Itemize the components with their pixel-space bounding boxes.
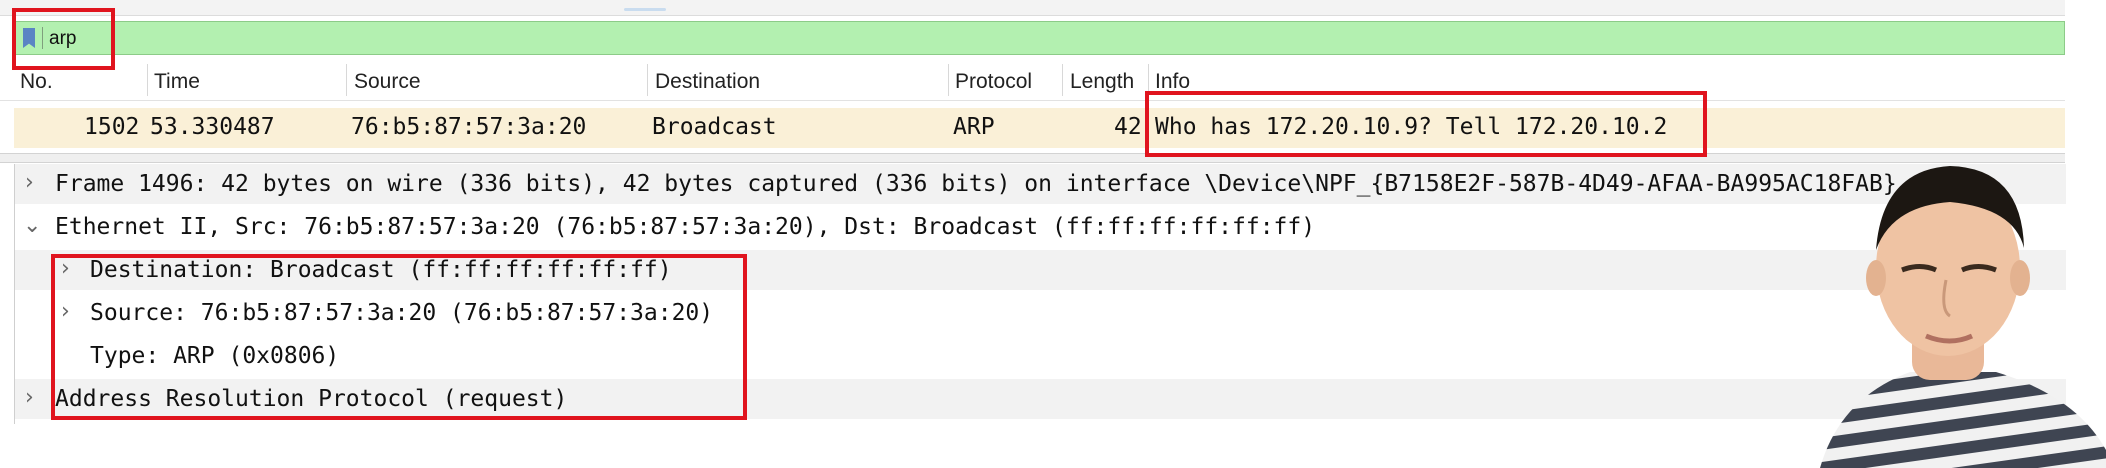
packet-destination: Broadcast bbox=[652, 114, 777, 140]
column-divider bbox=[948, 64, 949, 96]
presenter-image bbox=[1820, 166, 2106, 468]
tree-item-frame[interactable]: › Frame 1496: 42 bytes on wire (336 bits… bbox=[15, 164, 2066, 204]
frame-summary: Frame 1496: 42 bytes on wire (336 bits),… bbox=[55, 171, 1897, 197]
column-destination[interactable]: Destination bbox=[655, 70, 760, 94]
column-length[interactable]: Length bbox=[1070, 70, 1134, 94]
presenter-video bbox=[1800, 150, 2106, 468]
column-divider bbox=[346, 64, 347, 96]
column-divider bbox=[1062, 64, 1063, 96]
highlight-box-info bbox=[1145, 91, 1707, 157]
packet-time: 53.330487 bbox=[150, 114, 275, 140]
packet-source: 76:b5:87:57:3a:20 bbox=[351, 114, 587, 140]
column-source[interactable]: Source bbox=[354, 70, 421, 94]
ethernet-summary: Ethernet II, Src: 76:b5:87:57:3a:20 (76:… bbox=[55, 214, 1316, 240]
column-divider bbox=[647, 64, 648, 96]
toolbar-strip bbox=[0, 0, 2065, 16]
splitter-grip[interactable] bbox=[624, 8, 666, 11]
highlight-box-filter bbox=[12, 8, 115, 70]
packet-row-selected[interactable]: 1502 53.330487 76:b5:87:57:3a:20 Broadca… bbox=[14, 108, 2065, 148]
highlight-box-ethernet-fields bbox=[51, 254, 747, 420]
column-protocol[interactable]: Protocol bbox=[955, 70, 1032, 94]
display-filter-bar[interactable]: arp bbox=[14, 21, 2065, 55]
chevron-right-icon[interactable]: › bbox=[25, 170, 34, 195]
packet-length: 42 bbox=[1114, 114, 1142, 140]
tree-item-ethernet[interactable]: ⌄ Ethernet II, Src: 76:b5:87:57:3a:20 (7… bbox=[15, 207, 2066, 247]
chevron-down-icon[interactable]: ⌄ bbox=[23, 213, 41, 238]
packet-list-header: No. Time Source Destination Protocol Len… bbox=[0, 60, 2065, 101]
column-no[interactable]: No. bbox=[20, 70, 53, 94]
column-time[interactable]: Time bbox=[154, 70, 200, 94]
chevron-right-icon[interactable]: › bbox=[25, 385, 34, 410]
packet-protocol: ARP bbox=[953, 114, 995, 140]
packet-no: 1502 bbox=[84, 114, 140, 140]
column-divider bbox=[147, 64, 148, 96]
pane-splitter[interactable] bbox=[0, 153, 2065, 163]
